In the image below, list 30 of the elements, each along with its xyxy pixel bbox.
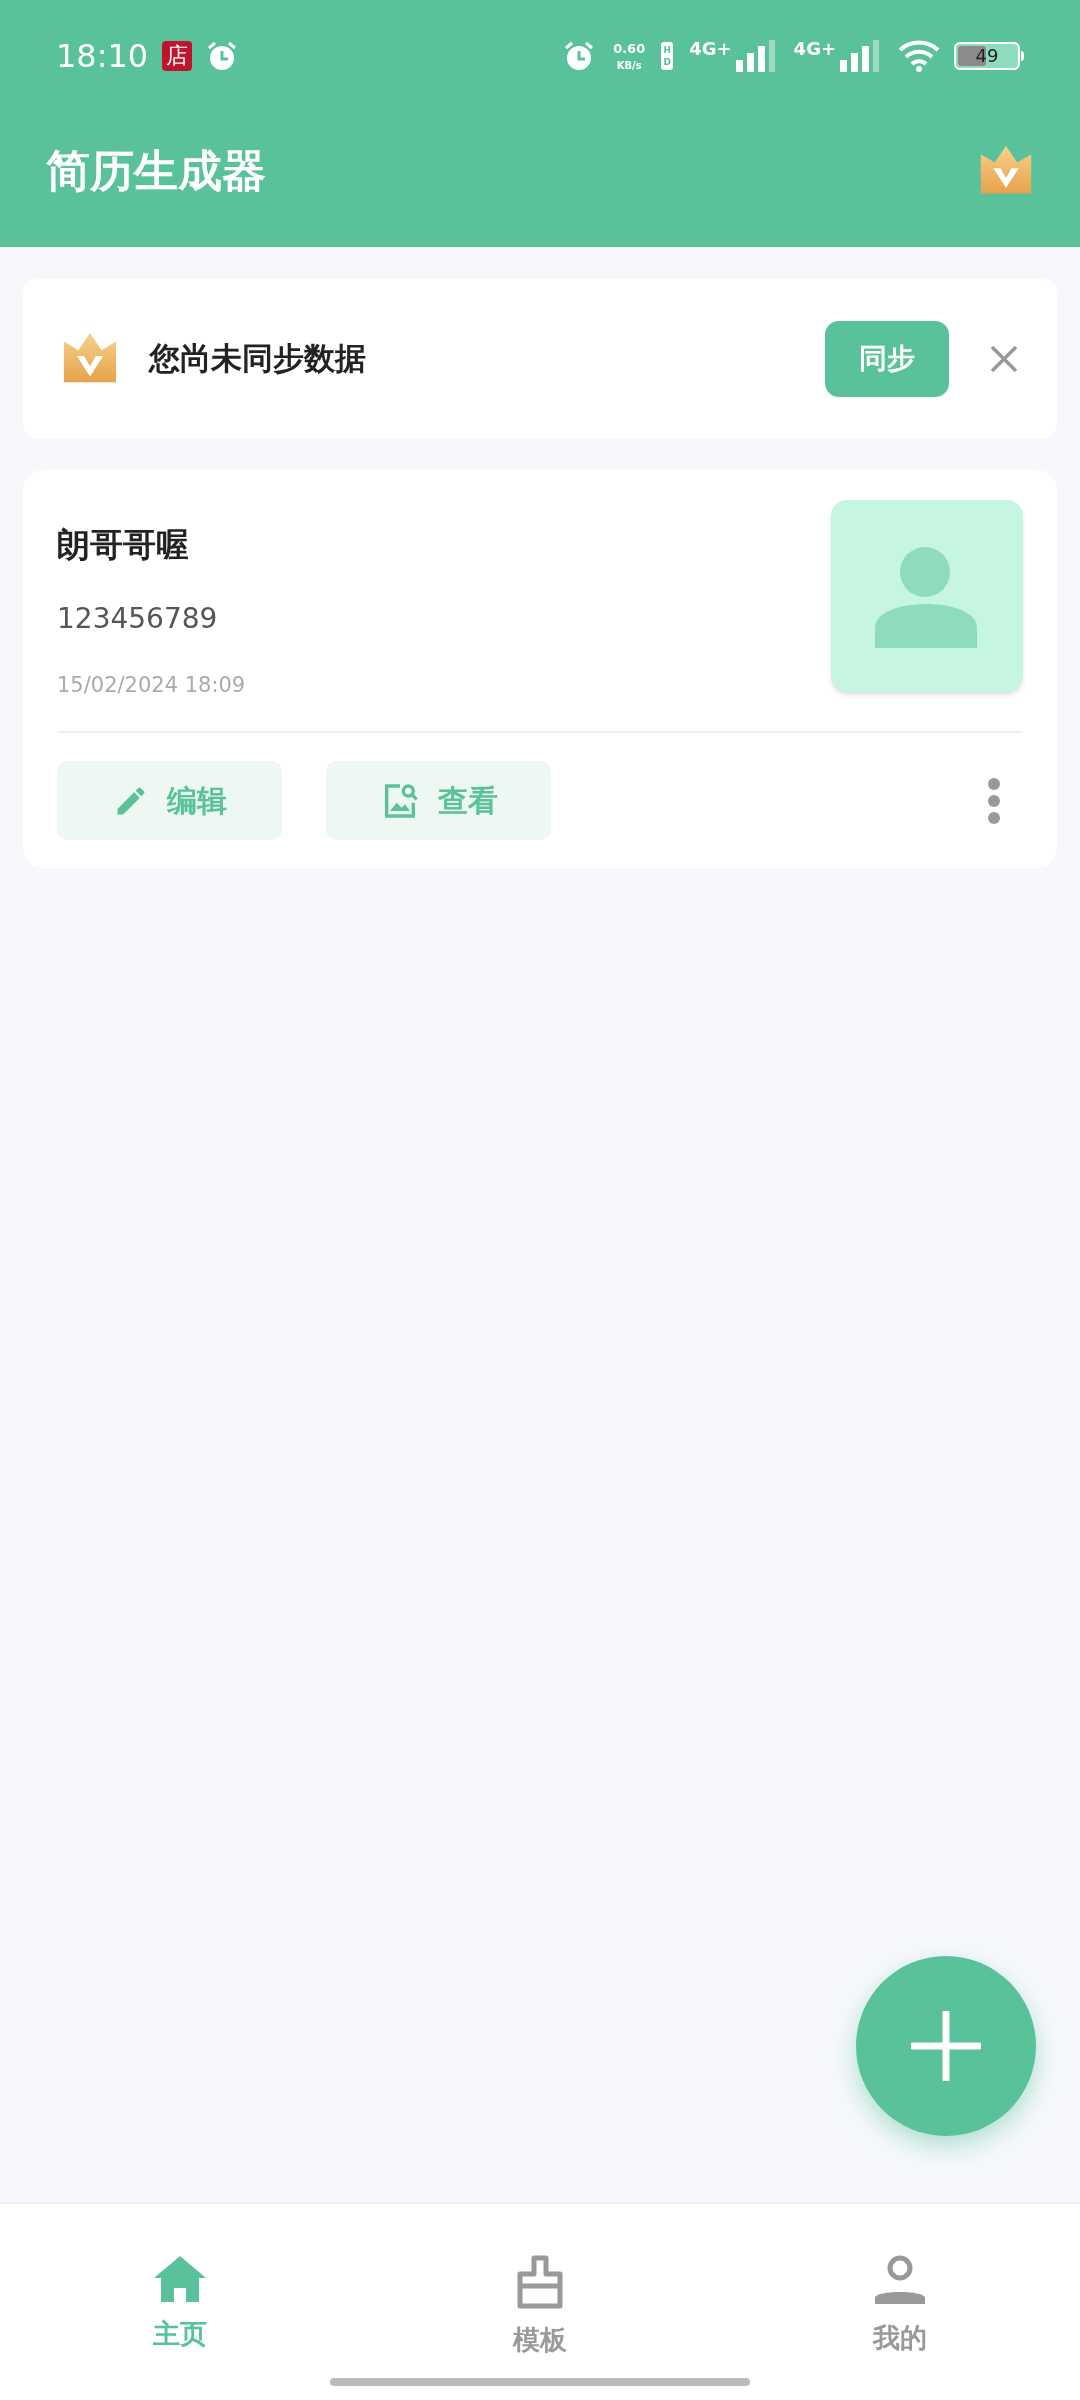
app-title: 简历生成器 [46,143,266,198]
hd-indicator: HD [661,42,674,70]
signal-icon [838,40,882,72]
more-icon[interactable] [987,776,1001,825]
app-badge: 店 [162,41,193,71]
network-type: 4G+ [689,40,732,58]
resume-card[interactable]: 朗哥哥喔 123456789 15/02/2024 18:09 编辑 查看 [23,470,1057,868]
alarm-icon [563,40,596,72]
nav-tab[interactable]: 主页 [0,2254,360,2361]
sync-message: 您尚未同步数据 [149,339,367,379]
wifi-icon [898,40,940,72]
nav-tab[interactable]: 模板 [360,2254,720,2361]
signal-icon [733,40,778,72]
alarm-icon [206,40,239,72]
edit-button[interactable]: 编辑 [57,761,282,840]
resume-date: 15/02/2024 18:09 [57,671,246,699]
speed-unit: KB/s [616,60,642,71]
status-time: 18:10 [56,36,149,77]
sync-button[interactable]: 同步 [825,320,949,397]
network-speed: 0.60 [613,41,646,55]
battery-indicator: 49 [954,42,1020,70]
person-icon [875,544,979,648]
resume-name: 朗哥哥喔 [57,524,190,566]
view-button[interactable]: 查看 [326,761,551,840]
resume-phone: 123456789 [57,600,219,637]
network-type: 4G+ [793,40,836,58]
plus-icon [911,2011,981,2081]
home-icon [152,2254,208,2304]
nav-tab[interactable]: 我的 [720,2254,1080,2361]
close-icon[interactable] [989,343,1019,374]
